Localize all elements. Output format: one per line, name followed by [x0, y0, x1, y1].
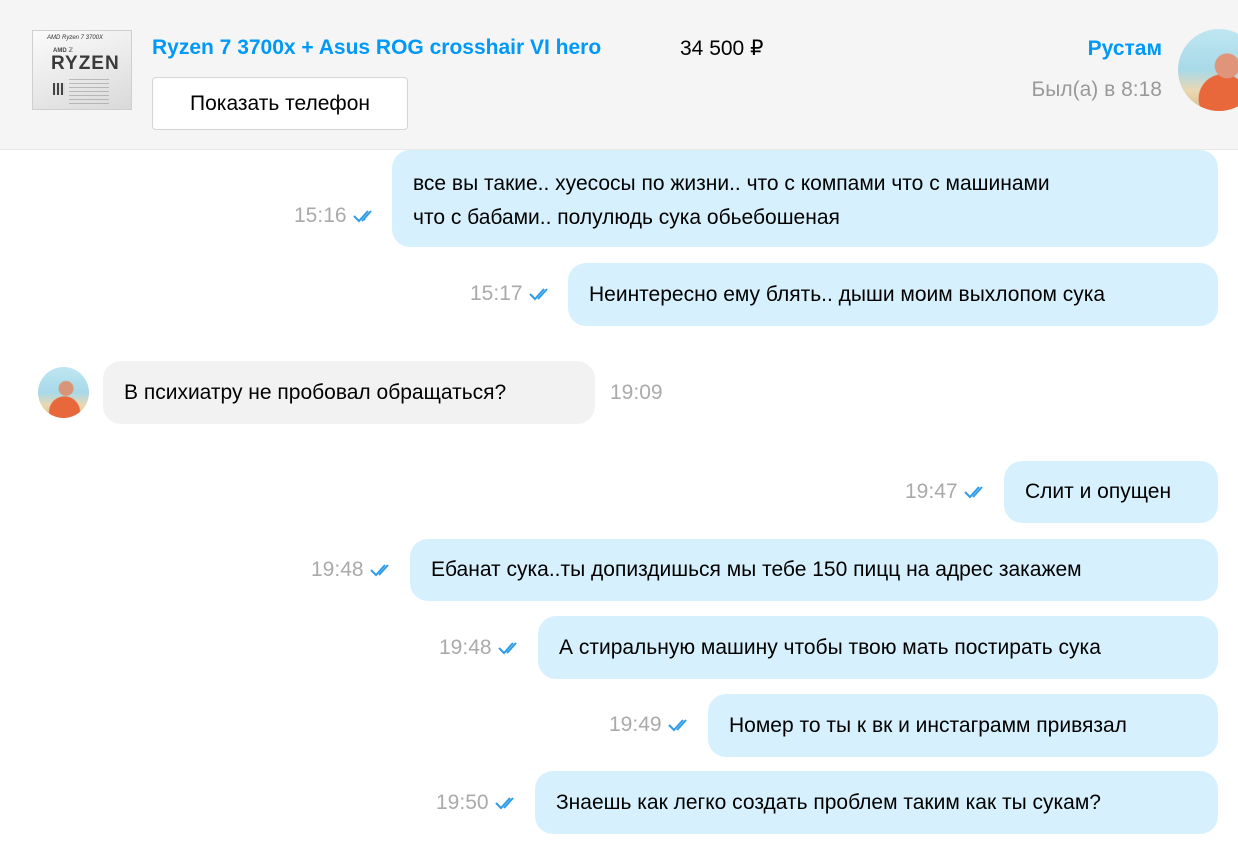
message-meta: 19:09 [610, 381, 663, 405]
message-meta: 15:17 [470, 282, 555, 306]
read-double-check-icon [667, 719, 687, 732]
message-bubble: Неинтересно ему блять.. дыши моим выхлоп… [568, 263, 1218, 326]
message-text-line-1: все вы такие.. хуесосы по жизни.. что с … [413, 171, 1050, 195]
message-time: 19:49 [609, 713, 662, 736]
listing-thumbnail[interactable]: AMD Ryzen 7 3700X AMD ℤ RYZEN [32, 30, 132, 110]
message-bubble: А стиральную машину чтобы твою мать пост… [538, 616, 1218, 679]
message-bubble: В психиатру не пробовал обращаться? [103, 361, 595, 424]
message-meta: 19:47 [905, 480, 990, 504]
message-text-line-2: что с бабами.. полулюдь сука обьебошеная [413, 205, 840, 229]
contact-avatar[interactable] [1178, 29, 1238, 111]
thumbnail-qr-code [53, 83, 65, 95]
message-meta: 19:48 [311, 558, 396, 582]
contact-last-seen: Был(а) в 8:18 [1031, 78, 1163, 101]
message-time: 19:09 [610, 381, 663, 404]
message-meta: 19:49 [609, 713, 694, 737]
message-time: 15:16 [294, 204, 347, 227]
read-double-check-icon [369, 564, 389, 577]
thumbnail-caption: AMD Ryzen 7 3700X [47, 35, 104, 41]
message-bubble: Номер то ты к вк и инстаграмм привязал [708, 694, 1218, 757]
message-time: 19:47 [905, 480, 958, 503]
message-bubble: Слит и опущен [1004, 461, 1218, 523]
message-text: Слит и опущен [1025, 480, 1172, 503]
message-time: 19:48 [311, 558, 364, 581]
message-meta: 19:48 [439, 636, 524, 660]
message-time: 19:50 [436, 791, 489, 814]
message-text: Неинтересно ему блять.. дыши моим выхлоп… [589, 282, 1106, 306]
chat-header: AMD Ryzen 7 3700X AMD ℤ RYZEN Ryzen 7 37… [0, 0, 1238, 150]
message-time: 15:17 [470, 282, 523, 305]
message-time: 19:48 [439, 636, 492, 659]
message-meta: 19:50 [436, 791, 521, 815]
contact-avatar-small[interactable] [38, 367, 89, 418]
message-text: Ебанат сука..ты допиздишься мы тебе 150 … [431, 558, 1082, 581]
show-phone-button[interactable]: Показать телефон [152, 77, 408, 130]
read-double-check-icon [528, 288, 548, 301]
thumbnail-print-lines [69, 79, 109, 105]
message-text: Номер то ты к вк и инстаграмм привязал [729, 713, 1127, 737]
message-bubble: все вы такие.. хуесосы по жизни.. что с … [392, 150, 1218, 247]
read-double-check-icon [494, 797, 514, 810]
message-text: А стиральную машину чтобы твою мать пост… [559, 635, 1101, 659]
message-meta: 15:16 [294, 204, 379, 228]
message-bubble: Знаешь как легко создать проблем таким к… [535, 771, 1218, 834]
thumbnail-ryzen-logo: RYZEN [51, 53, 120, 74]
read-double-check-icon [352, 210, 372, 223]
contact-name[interactable]: Рустам [1088, 37, 1162, 61]
read-double-check-icon [497, 642, 517, 655]
read-double-check-icon [963, 486, 983, 499]
listing-title[interactable]: Ryzen 7 3700x + Asus ROG crosshair VI he… [152, 36, 652, 60]
message-text: В психиатру не пробовал обращаться? [124, 380, 507, 404]
message-text: Знаешь как легко создать проблем таким к… [556, 790, 1101, 814]
listing-price: 34 500 ₽ [680, 37, 764, 60]
message-bubble: Ебанат сука..ты допиздишься мы тебе 150 … [410, 539, 1218, 601]
